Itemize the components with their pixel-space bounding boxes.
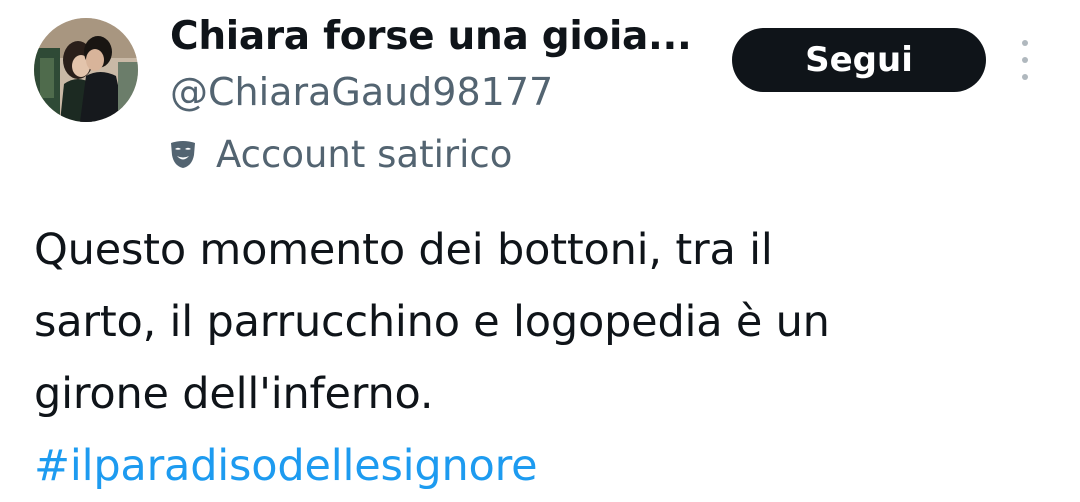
follow-button[interactable]: Segui: [732, 28, 986, 92]
avatar-photo: [34, 18, 138, 122]
vertical-dots-icon: [1022, 74, 1028, 80]
theater-mask-icon: [166, 137, 200, 171]
vertical-dots-icon: [1022, 57, 1028, 63]
author-display-name[interactable]: Chiara forse una gioia...: [170, 14, 692, 59]
tweet-text: Questo momento dei bottoni, tra il sarto…: [34, 214, 1044, 502]
account-label-text: Account satirico: [216, 132, 513, 176]
author-avatar[interactable]: [34, 18, 138, 122]
author-handle[interactable]: @ChiaraGaud98177: [170, 70, 553, 114]
tweet-text-line: girone dell'inferno.: [34, 369, 434, 419]
tweet-text-line: Questo momento dei bottoni, tra il: [34, 225, 773, 275]
hashtag-link[interactable]: #ilparadisodellesignore: [34, 430, 1044, 502]
account-label: Account satirico: [166, 130, 512, 178]
more-options-button[interactable]: [1010, 40, 1040, 80]
tweet-card: Chiara forse una gioia... @ChiaraGaud981…: [0, 0, 1080, 496]
vertical-dots-icon: [1022, 40, 1028, 46]
tweet-text-line: sarto, il parrucchino e logopedia è un: [34, 297, 830, 347]
